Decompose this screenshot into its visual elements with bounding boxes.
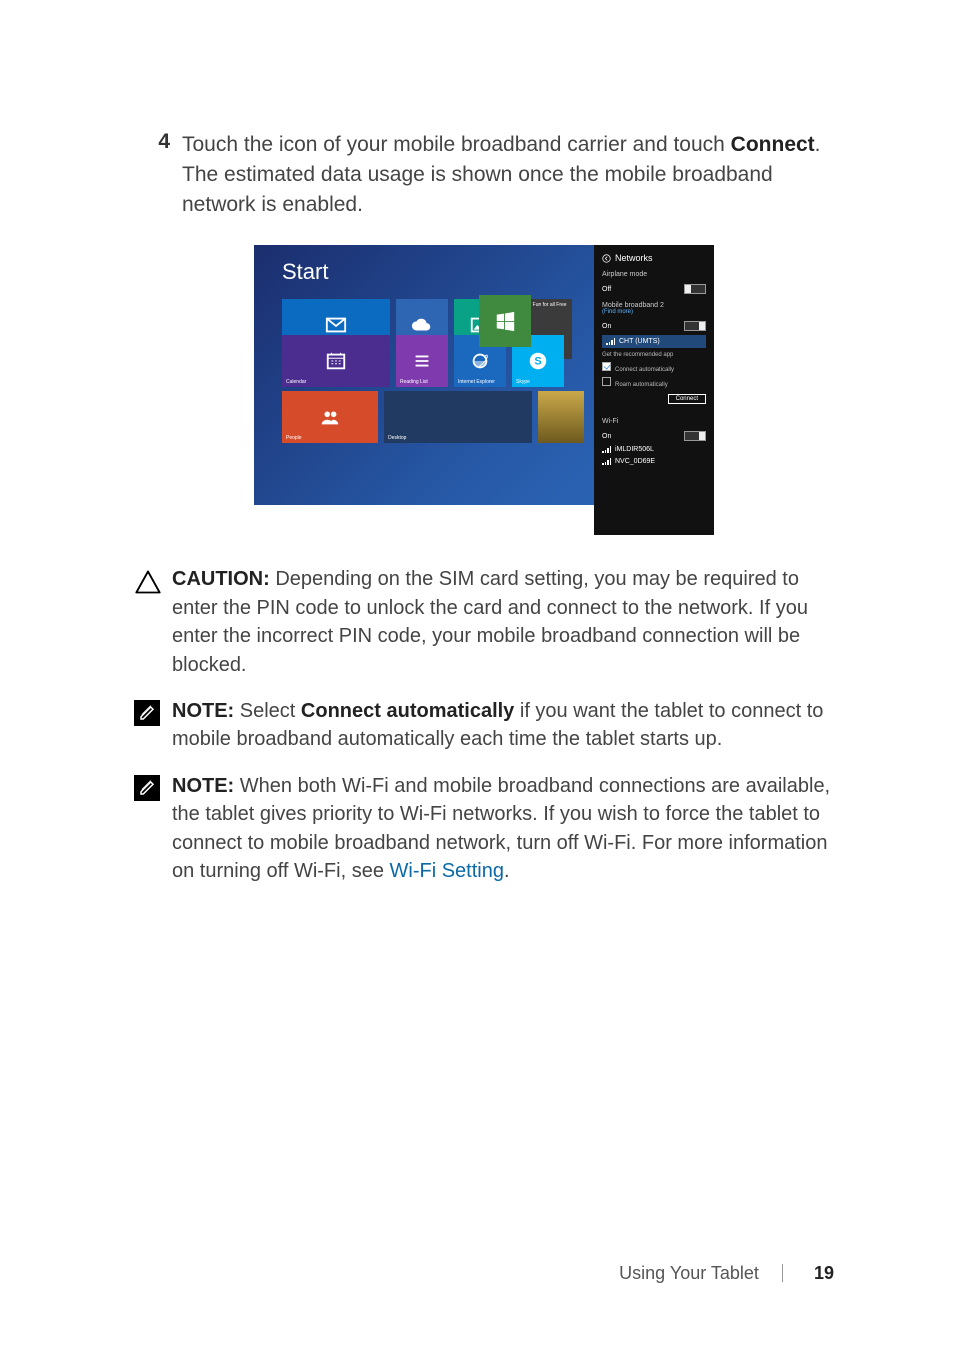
- start-screen-title: Start: [282, 259, 584, 285]
- wifi-toggle[interactable]: [684, 431, 706, 441]
- networks-panel-title: Networks: [602, 253, 706, 263]
- caution-text: CAUTION: Depending on the SIM card setti…: [172, 565, 834, 679]
- skype-icon: S: [527, 350, 549, 372]
- cloud-icon: [411, 314, 433, 336]
- wifi-network-item[interactable]: NVC_0D69E: [602, 458, 706, 465]
- networks-screenshot: Start Mail SkyDrive Photos: [254, 245, 714, 535]
- note2-text: NOTE: When both Wi-Fi and mobile broadba…: [172, 772, 834, 886]
- back-arrow-icon[interactable]: [602, 254, 611, 263]
- networks-panel: Networks Airplane mode Off Mobile broadb…: [594, 245, 714, 535]
- airplane-mode-toggle[interactable]: [684, 284, 706, 294]
- tile-store[interactable]: [479, 295, 531, 347]
- step-number: 4: [134, 130, 182, 154]
- caution-icon: [134, 565, 172, 601]
- roam-automatically-checkbox[interactable]: Roam automatically: [602, 377, 706, 388]
- recommended-app-link[interactable]: Get the recommended app: [602, 352, 706, 358]
- wifi-label: Wi-Fi: [602, 418, 706, 425]
- note-icon: [134, 697, 172, 726]
- note-icon: [134, 772, 172, 801]
- tile-reading-list[interactable]: Reading List: [396, 335, 448, 387]
- tile-image[interactable]: [538, 391, 584, 443]
- tile-calendar[interactable]: Calendar: [282, 335, 390, 387]
- find-more-link[interactable]: (Find more): [602, 309, 706, 315]
- ie-icon: [469, 350, 491, 372]
- step-text: Touch the icon of your mobile broadband …: [182, 130, 834, 219]
- wifi-network-item[interactable]: iMLDIR506L: [602, 446, 706, 453]
- list-icon: [411, 350, 433, 372]
- svg-text:S: S: [534, 356, 541, 368]
- mobile-broadband-toggle[interactable]: [684, 321, 706, 331]
- windows-icon: [494, 310, 516, 332]
- airplane-mode-label: Airplane mode: [602, 271, 706, 278]
- wifi-setting-link[interactable]: Wi-Fi Setting: [390, 860, 504, 882]
- connect-automatically-checkbox[interactable]: Connect automatically: [602, 362, 706, 373]
- page-footer: Using Your Tablet 19: [0, 1263, 834, 1284]
- tile-people[interactable]: People: [282, 391, 378, 443]
- mail-icon: [325, 314, 347, 336]
- mobile-broadband-label: Mobile broadband 2: [602, 302, 706, 309]
- note-text: NOTE: Select Connect automatically if yo…: [172, 697, 834, 754]
- connect-button[interactable]: Connect: [668, 394, 706, 404]
- carrier-selected[interactable]: CHT (UMTS): [602, 335, 706, 348]
- people-icon: [319, 406, 341, 428]
- calendar-icon: [325, 350, 347, 372]
- tile-desktop[interactable]: Desktop: [384, 391, 532, 443]
